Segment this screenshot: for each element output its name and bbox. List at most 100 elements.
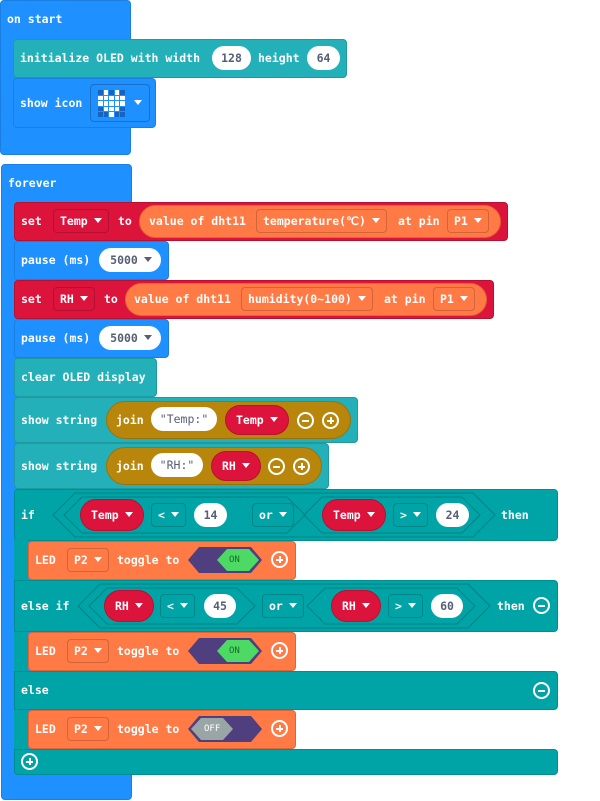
led-pixel: [98, 106, 103, 112]
temp-variable-reporter[interactable]: Temp: [225, 405, 289, 435]
temp-variable-dropdown[interactable]: Temp: [53, 209, 109, 233]
pause-label: pause (ms): [21, 253, 91, 267]
forever-label: forever: [8, 176, 57, 190]
led-pixel: [109, 101, 114, 106]
chevron-down-icon: [473, 218, 482, 223]
led-pixel: [114, 95, 120, 101]
led-pin-dropdown[interactable]: P2: [67, 639, 109, 663]
led-pixel: [114, 106, 120, 112]
led-pixel: [103, 95, 109, 101]
chevron-down-icon: [79, 296, 88, 301]
remove-else-button[interactable]: [533, 682, 550, 699]
led-pixel: [109, 90, 114, 95]
chevron-down-icon: [459, 296, 468, 301]
to-label: to: [118, 214, 132, 228]
remove-item-button[interactable]: [268, 458, 285, 475]
value-of-dht11-label: value of dht11: [149, 214, 246, 228]
pin-dropdown[interactable]: P1: [433, 287, 475, 311]
sensor-type-dropdown[interactable]: temperature(℃): [256, 209, 387, 233]
add-parameter-button[interactable]: [271, 551, 288, 568]
minus-icon: [538, 604, 545, 607]
chevron-down-icon: [412, 512, 421, 517]
pin-dropdown[interactable]: P1: [447, 209, 489, 233]
remove-item-button[interactable]: [297, 412, 314, 429]
led-label: LED: [35, 644, 56, 658]
chevron-down-icon: [288, 603, 297, 608]
number-input[interactable]: 14: [194, 503, 227, 527]
at-pin-label: at pin: [398, 214, 440, 228]
icon-picker-dropdown[interactable]: [90, 84, 150, 122]
if-block-arm: [14, 540, 28, 765]
led-pixel: [103, 112, 109, 117]
text-input[interactable]: "Temp:": [151, 407, 217, 431]
chevron-down-icon: [93, 648, 102, 653]
remove-else-if-button[interactable]: [533, 597, 550, 614]
chevron-down-icon: [93, 218, 102, 223]
text-input[interactable]: "RH:": [151, 453, 203, 477]
if-label: if: [21, 508, 35, 522]
on-off-toggle[interactable]: [187, 715, 263, 743]
number-input[interactable]: 45: [204, 594, 236, 618]
if-block-footer[interactable]: [14, 749, 558, 775]
else-block[interactable]: [14, 671, 558, 710]
led-pixel: [103, 90, 109, 95]
add-item-button[interactable]: [293, 458, 310, 475]
init-oled-label: initialize OLED with width: [20, 51, 201, 65]
add-else-if-button[interactable]: [21, 753, 38, 770]
temp-variable-reporter[interactable]: Temp: [322, 499, 386, 531]
comparison-operator-dropdown[interactable]: >: [388, 594, 423, 618]
chevron-down-icon: [143, 257, 152, 262]
minus-icon: [273, 465, 280, 468]
add-parameter-button[interactable]: [271, 720, 288, 737]
chevron-down-icon: [179, 603, 188, 608]
join-label: join: [116, 413, 144, 427]
rh-variable-reporter[interactable]: RH: [211, 451, 261, 481]
logic-operator-dropdown[interactable]: or: [262, 594, 304, 618]
comparison-operator-dropdown[interactable]: >: [393, 503, 428, 527]
number-input[interactable]: 24: [436, 503, 469, 527]
oled-width-input[interactable]: 128: [212, 46, 251, 70]
toggle-to-label: toggle to: [117, 644, 180, 658]
led-pixel: [120, 101, 125, 106]
then-label: then: [497, 599, 525, 613]
set-label: set: [21, 214, 42, 228]
on-start-label: on start: [7, 12, 63, 26]
oled-height-input[interactable]: 64: [307, 46, 340, 70]
then-label: then: [501, 508, 529, 522]
led-pin-dropdown[interactable]: P2: [67, 548, 109, 572]
show-string-label: show string: [21, 459, 98, 473]
chevron-down-icon: [93, 726, 102, 731]
led-pixel: [98, 101, 103, 106]
at-pin-label: at pin: [384, 292, 426, 306]
rh-variable-reporter[interactable]: RH: [104, 590, 154, 622]
rh-variable-dropdown[interactable]: RH: [53, 287, 95, 311]
chevron-down-icon: [357, 296, 366, 301]
led-label: LED: [35, 553, 56, 567]
add-item-button[interactable]: [322, 412, 339, 429]
number-input[interactable]: 60: [431, 594, 463, 618]
pause-duration-dropdown[interactable]: 5000: [99, 248, 161, 272]
rh-variable-reporter[interactable]: RH: [331, 590, 381, 622]
show-string-label: show string: [21, 413, 98, 427]
on-off-toggle[interactable]: [187, 637, 263, 665]
clear-oled-label: clear OLED display: [21, 370, 146, 384]
chevron-down-icon: [269, 417, 278, 422]
add-parameter-button[interactable]: [271, 642, 288, 659]
pause-duration-dropdown[interactable]: 5000: [99, 326, 161, 350]
chevron-down-icon: [134, 100, 142, 105]
comparison-operator-dropdown[interactable]: <: [151, 503, 186, 527]
minus-icon: [538, 689, 545, 692]
toggle-to-label: toggle to: [117, 553, 180, 567]
led-pixel: [114, 112, 120, 117]
sensor-type-dropdown[interactable]: humidity(0~100): [241, 287, 373, 311]
toggle-to-label: toggle to: [117, 722, 180, 736]
chevron-down-icon: [278, 512, 287, 517]
comparison-operator-dropdown[interactable]: <: [160, 594, 195, 618]
logic-operator-dropdown[interactable]: or: [252, 503, 294, 527]
chevron-down-icon: [361, 603, 370, 608]
heart-icon: [98, 90, 126, 118]
temp-variable-reporter[interactable]: Temp: [80, 499, 144, 531]
chevron-down-icon: [124, 512, 133, 517]
on-off-toggle[interactable]: [187, 546, 263, 574]
led-pin-dropdown[interactable]: P2: [67, 717, 109, 741]
